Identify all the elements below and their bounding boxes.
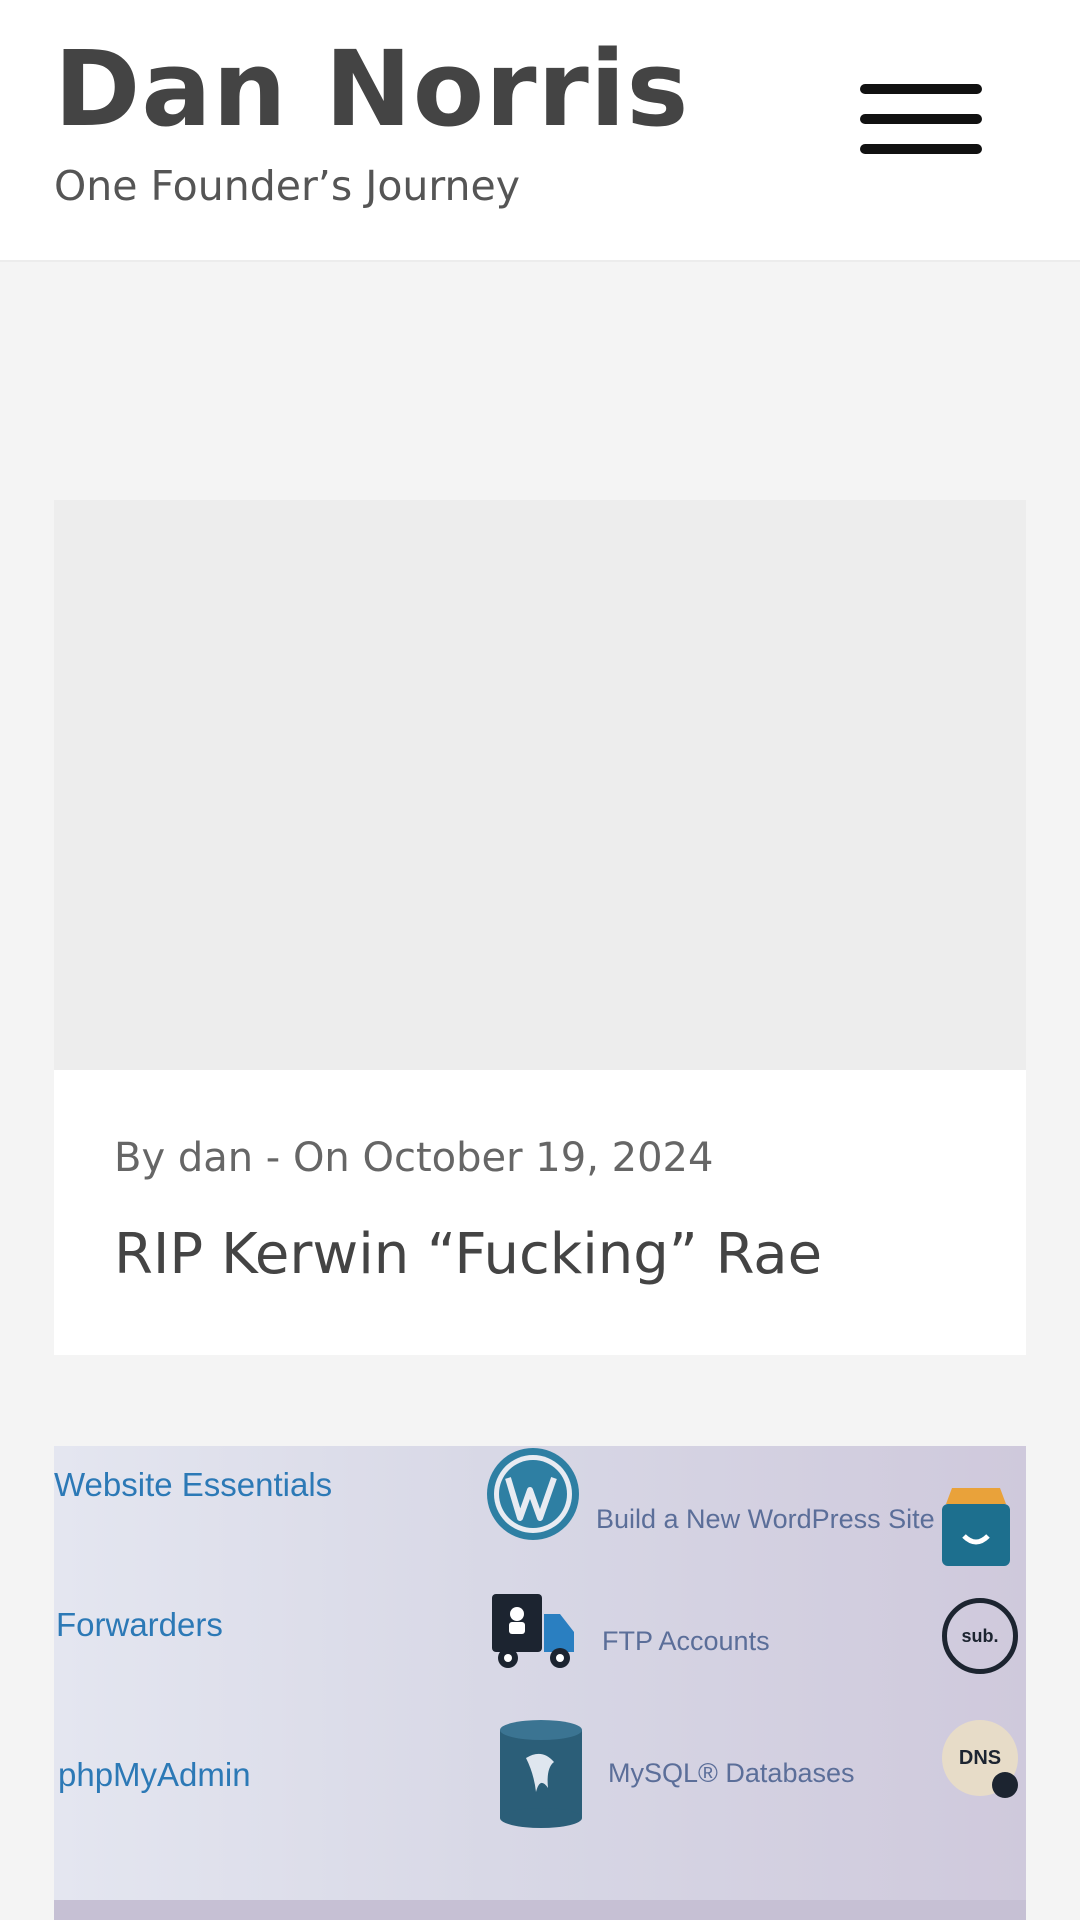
wordpress-icon: [487, 1448, 579, 1540]
image-label-phpmyadmin: phpMyAdmin: [58, 1756, 251, 1793]
site-header: Dan Norris One Founder’s Journey: [0, 0, 1080, 262]
post-title[interactable]: RIP Kerwin “Fucking” Rae: [114, 1222, 822, 1287]
post-featured-image[interactable]: Website Essentials Forwarders phpMyAdmin…: [54, 1446, 1026, 1920]
subdomain-badge-icon: sub.: [942, 1598, 1018, 1674]
image-label-forwarders: Forwarders: [56, 1606, 223, 1643]
ftp-truck-icon: [492, 1594, 574, 1668]
hamburger-menu-icon[interactable]: [860, 80, 982, 160]
image-label-ftp-accounts: FTP Accounts: [602, 1626, 770, 1656]
box-icon: [942, 1488, 1010, 1566]
post-meta: By dan - On October 19, 2024: [114, 1135, 714, 1181]
dns-badge-label: DNS: [958, 1746, 1002, 1769]
menu-bar: [860, 114, 982, 124]
subdomain-badge-label: sub.: [961, 1625, 999, 1646]
post-card[interactable]: By dan - On October 19, 2024 RIP Kerwin …: [54, 500, 1026, 1355]
site-tagline: One Founder’s Journey: [54, 162, 520, 210]
post-featured-image-placeholder[interactable]: [54, 500, 1026, 1070]
post-card[interactable]: Website Essentials Forwarders phpMyAdmin…: [54, 1446, 1026, 1920]
image-label-mysql-databases: MySQL® Databases: [608, 1758, 855, 1788]
mysql-database-icon: [500, 1720, 582, 1828]
menu-bar: [860, 84, 982, 94]
image-label-build-wordpress: Build a New WordPress Site: [596, 1504, 935, 1534]
menu-bar: [860, 144, 982, 154]
edit-pencil-icon: [992, 1772, 1018, 1798]
site-title[interactable]: Dan Norris: [54, 32, 689, 147]
image-bottom-bar: [54, 1900, 1026, 1920]
image-label-website-essentials: Website Essentials: [54, 1466, 333, 1503]
